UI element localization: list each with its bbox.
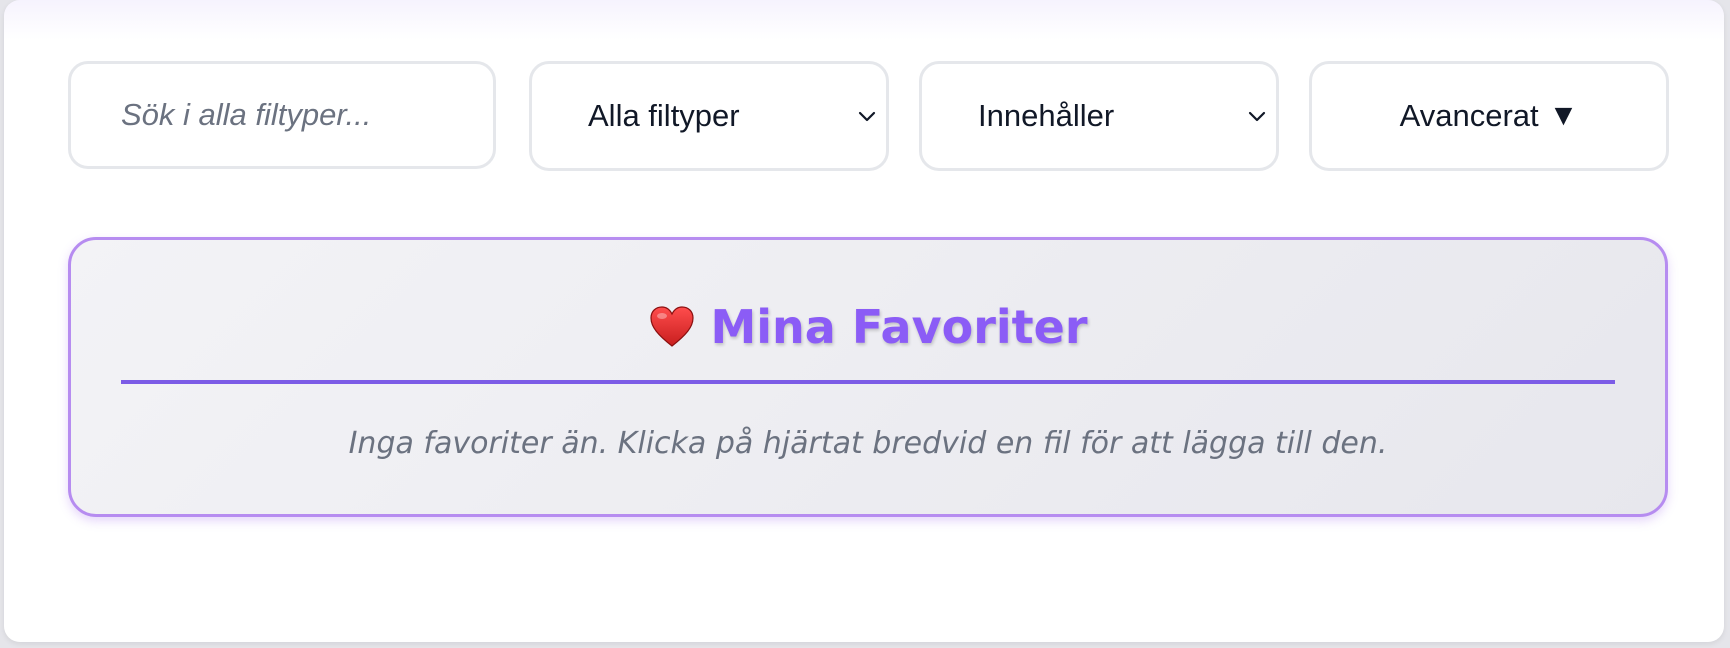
file-type-selected-value: Alla filtyper — [588, 98, 740, 133]
search-input[interactable] — [71, 64, 493, 166]
main-card: Alla filtyper Innehåller Avancerat ▼ — [4, 0, 1724, 642]
heart-icon — [650, 306, 695, 347]
chevron-down-icon — [1248, 111, 1266, 122]
favorites-panel: Mina Favoriter Inga favoriter än. Klicka… — [68, 237, 1668, 517]
match-mode-select[interactable]: Innehåller — [919, 61, 1279, 171]
advanced-button[interactable]: Avancerat ▼ — [1309, 61, 1669, 171]
advanced-button-label: Avancerat — [1399, 98, 1539, 133]
favorites-heading: Mina Favoriter — [71, 300, 1665, 354]
triangle-down-icon: ▼ — [1548, 99, 1579, 132]
chevron-down-icon — [858, 111, 876, 122]
favorites-title: Mina Favoriter — [710, 300, 1088, 354]
file-type-select[interactable]: Alla filtyper — [529, 61, 889, 171]
favorites-divider — [121, 380, 1615, 384]
search-field[interactable] — [68, 61, 496, 169]
favorites-empty-message: Inga favoriter än. Klicka på hjärtat bre… — [348, 426, 1388, 461]
search-controls: Alla filtyper Innehåller Avancerat ▼ — [68, 61, 1669, 171]
match-mode-selected-value: Innehåller — [978, 98, 1115, 133]
